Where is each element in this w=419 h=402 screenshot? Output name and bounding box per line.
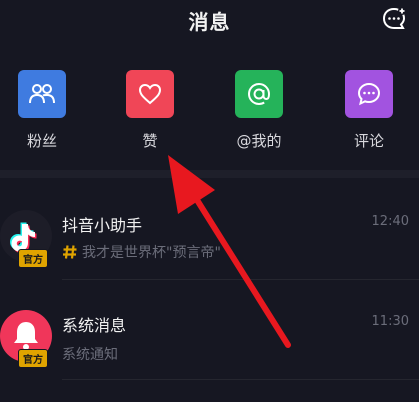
message-row-system[interactable]: 官方 系统消息 系统通知 11:30 — [0, 290, 419, 380]
message-title: 抖音小助手 — [62, 216, 143, 235]
comment-icon — [345, 70, 393, 118]
message-time: 12:40 — [371, 214, 409, 229]
quick-action-label: 粉丝 — [26, 132, 57, 150]
quick-action-likes[interactable]: 赞 — [110, 70, 190, 151]
fans-icon — [18, 70, 66, 118]
message-subtitle: 系统通知 — [62, 347, 118, 363]
page-title: 消息 — [188, 10, 231, 34]
official-badge: 官方 — [18, 249, 48, 268]
quick-action-label: @我的 — [236, 132, 282, 150]
header-bar: 消息 — [0, 0, 419, 44]
row-separator — [62, 279, 419, 280]
heart-icon — [126, 70, 174, 118]
quick-action-comments[interactable]: 评论 — [329, 70, 409, 151]
avatar: 官方 — [0, 310, 52, 368]
quick-action-label: 评论 — [353, 132, 384, 150]
official-badge: 官方 — [18, 349, 48, 368]
message-row-assistant[interactable]: 官方 抖音小助手 我才是世界杯"预言帝" 12:40 — [0, 190, 419, 280]
quick-action-fans[interactable]: 粉丝 — [2, 70, 82, 151]
message-time: 11:30 — [371, 314, 409, 329]
quick-action-label: 赞 — [142, 132, 158, 150]
quick-actions: 粉丝 赞 @我的 评论 — [0, 70, 419, 160]
new-chat-icon[interactable] — [381, 6, 407, 32]
at-icon — [235, 70, 283, 118]
message-title: 系统消息 — [62, 316, 127, 335]
avatar: 官方 — [0, 210, 52, 268]
quick-action-mentions[interactable]: @我的 — [219, 70, 299, 151]
hashtag-icon — [63, 245, 77, 259]
message-subtitle: 我才是世界杯"预言帝" — [82, 245, 221, 261]
section-divider — [0, 170, 419, 178]
message-preview: 我才是世界杯"预言帝" — [62, 242, 221, 262]
row-separator — [62, 379, 419, 380]
